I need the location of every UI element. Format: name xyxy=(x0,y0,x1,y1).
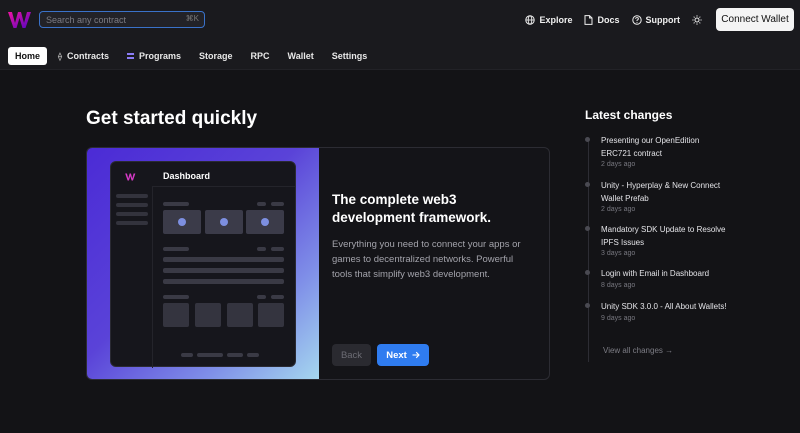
page-title: Get started quickly xyxy=(86,108,258,129)
change-title: Mandatory SDK Update to Resolve IPFS Iss… xyxy=(601,225,726,247)
connect-wallet-button[interactable]: Connect Wallet xyxy=(716,8,794,31)
theme-toggle[interactable] xyxy=(692,14,702,25)
latest-changes-heading: Latest changes xyxy=(585,108,673,122)
help-circle-icon xyxy=(631,14,642,25)
tab-storage[interactable]: Storage xyxy=(192,47,240,65)
mockup-content xyxy=(153,186,295,366)
tab-settings[interactable]: Settings xyxy=(325,47,375,65)
docs-link[interactable]: Docs xyxy=(584,14,620,25)
header-actions: Explore Docs Support Connect Wallet xyxy=(525,8,794,31)
tab-contracts-label: Contracts xyxy=(66,51,109,61)
support-link[interactable]: Support xyxy=(631,14,681,25)
change-title: Presenting our OpenEdition ERC721 contra… xyxy=(601,136,700,158)
change-date: 2 days ago xyxy=(601,161,636,168)
tab-rpc[interactable]: RPC xyxy=(244,47,277,65)
timeline-dot xyxy=(585,270,590,275)
timeline-dot xyxy=(585,303,590,308)
timeline-dot xyxy=(585,137,590,142)
card-description: Everything you need to connect your apps… xyxy=(332,239,521,280)
change-title: Unity - Hyperplay & New Connect Wallet P… xyxy=(601,181,721,203)
timeline-dot xyxy=(585,182,590,187)
changes-timeline xyxy=(588,140,589,362)
change-item[interactable]: Mandatory SDK Update to Resolve IPFS Iss… xyxy=(585,224,731,257)
thirdweb-logo[interactable] xyxy=(8,11,32,29)
solana-icon xyxy=(126,53,134,59)
back-button[interactable]: Back xyxy=(332,344,371,366)
card-title: The complete web3 development framework. xyxy=(332,192,492,225)
change-item[interactable]: Unity SDK 3.0.0 - All About Wallets! 9 d… xyxy=(585,301,731,322)
support-label: Support xyxy=(645,14,681,25)
change-title: Unity SDK 3.0.0 - All About Wallets! xyxy=(601,302,727,311)
dashboard-illustration: Dashboard xyxy=(87,148,319,379)
tab-home[interactable]: Home xyxy=(8,47,48,65)
docs-label: Docs xyxy=(597,14,620,25)
get-started-card: Dashboard The complete web3 development … xyxy=(86,147,550,380)
change-item[interactable]: Presenting our OpenEdition ERC721 contra… xyxy=(585,135,731,168)
search-input[interactable] xyxy=(40,12,180,27)
view-all-changes-link[interactable]: View all changes → xyxy=(603,346,673,355)
dashboard-mockup: Dashboard xyxy=(110,161,296,368)
change-item[interactable]: Login with Email in Dashboard 8 days ago xyxy=(585,268,731,289)
change-date: 3 days ago xyxy=(601,250,636,257)
explore-label: Explore xyxy=(539,14,573,25)
change-date: 8 days ago xyxy=(601,281,636,289)
change-date: 9 days ago xyxy=(601,314,636,322)
ethereum-icon: ⟠ xyxy=(58,51,62,61)
change-date: 2 days ago xyxy=(601,206,636,213)
mockup-title: Dashboard xyxy=(163,171,211,181)
document-icon xyxy=(584,14,593,25)
globe-icon xyxy=(525,14,536,25)
top-navigation: ⌘K Explore Docs Support xyxy=(0,0,800,70)
change-item[interactable]: Unity - Hyperplay & New Connect Wallet P… xyxy=(585,180,731,213)
timeline-dot xyxy=(585,226,590,231)
tab-programs[interactable]: Programs xyxy=(120,47,188,65)
tab-contracts[interactable]: ⟠ Contracts xyxy=(51,47,116,65)
change-title: Login with Email in Dashboard xyxy=(601,269,710,278)
search-bar[interactable]: ⌘K xyxy=(39,11,205,28)
explore-link[interactable]: Explore xyxy=(525,15,572,25)
arrow-right-icon xyxy=(412,351,420,359)
tab-wallet[interactable]: Wallet xyxy=(281,47,321,65)
mockup-logo xyxy=(125,173,136,181)
mockup-sidebar xyxy=(111,186,153,368)
sun-icon xyxy=(692,14,702,25)
next-button[interactable]: Next xyxy=(377,344,429,366)
next-label: Next xyxy=(386,349,407,361)
search-shortcut: ⌘K xyxy=(185,14,199,23)
section-tabs: Home ⟠ Contracts Programs Storage RPC Wa… xyxy=(8,47,378,65)
tab-programs-label: Programs xyxy=(138,51,182,61)
